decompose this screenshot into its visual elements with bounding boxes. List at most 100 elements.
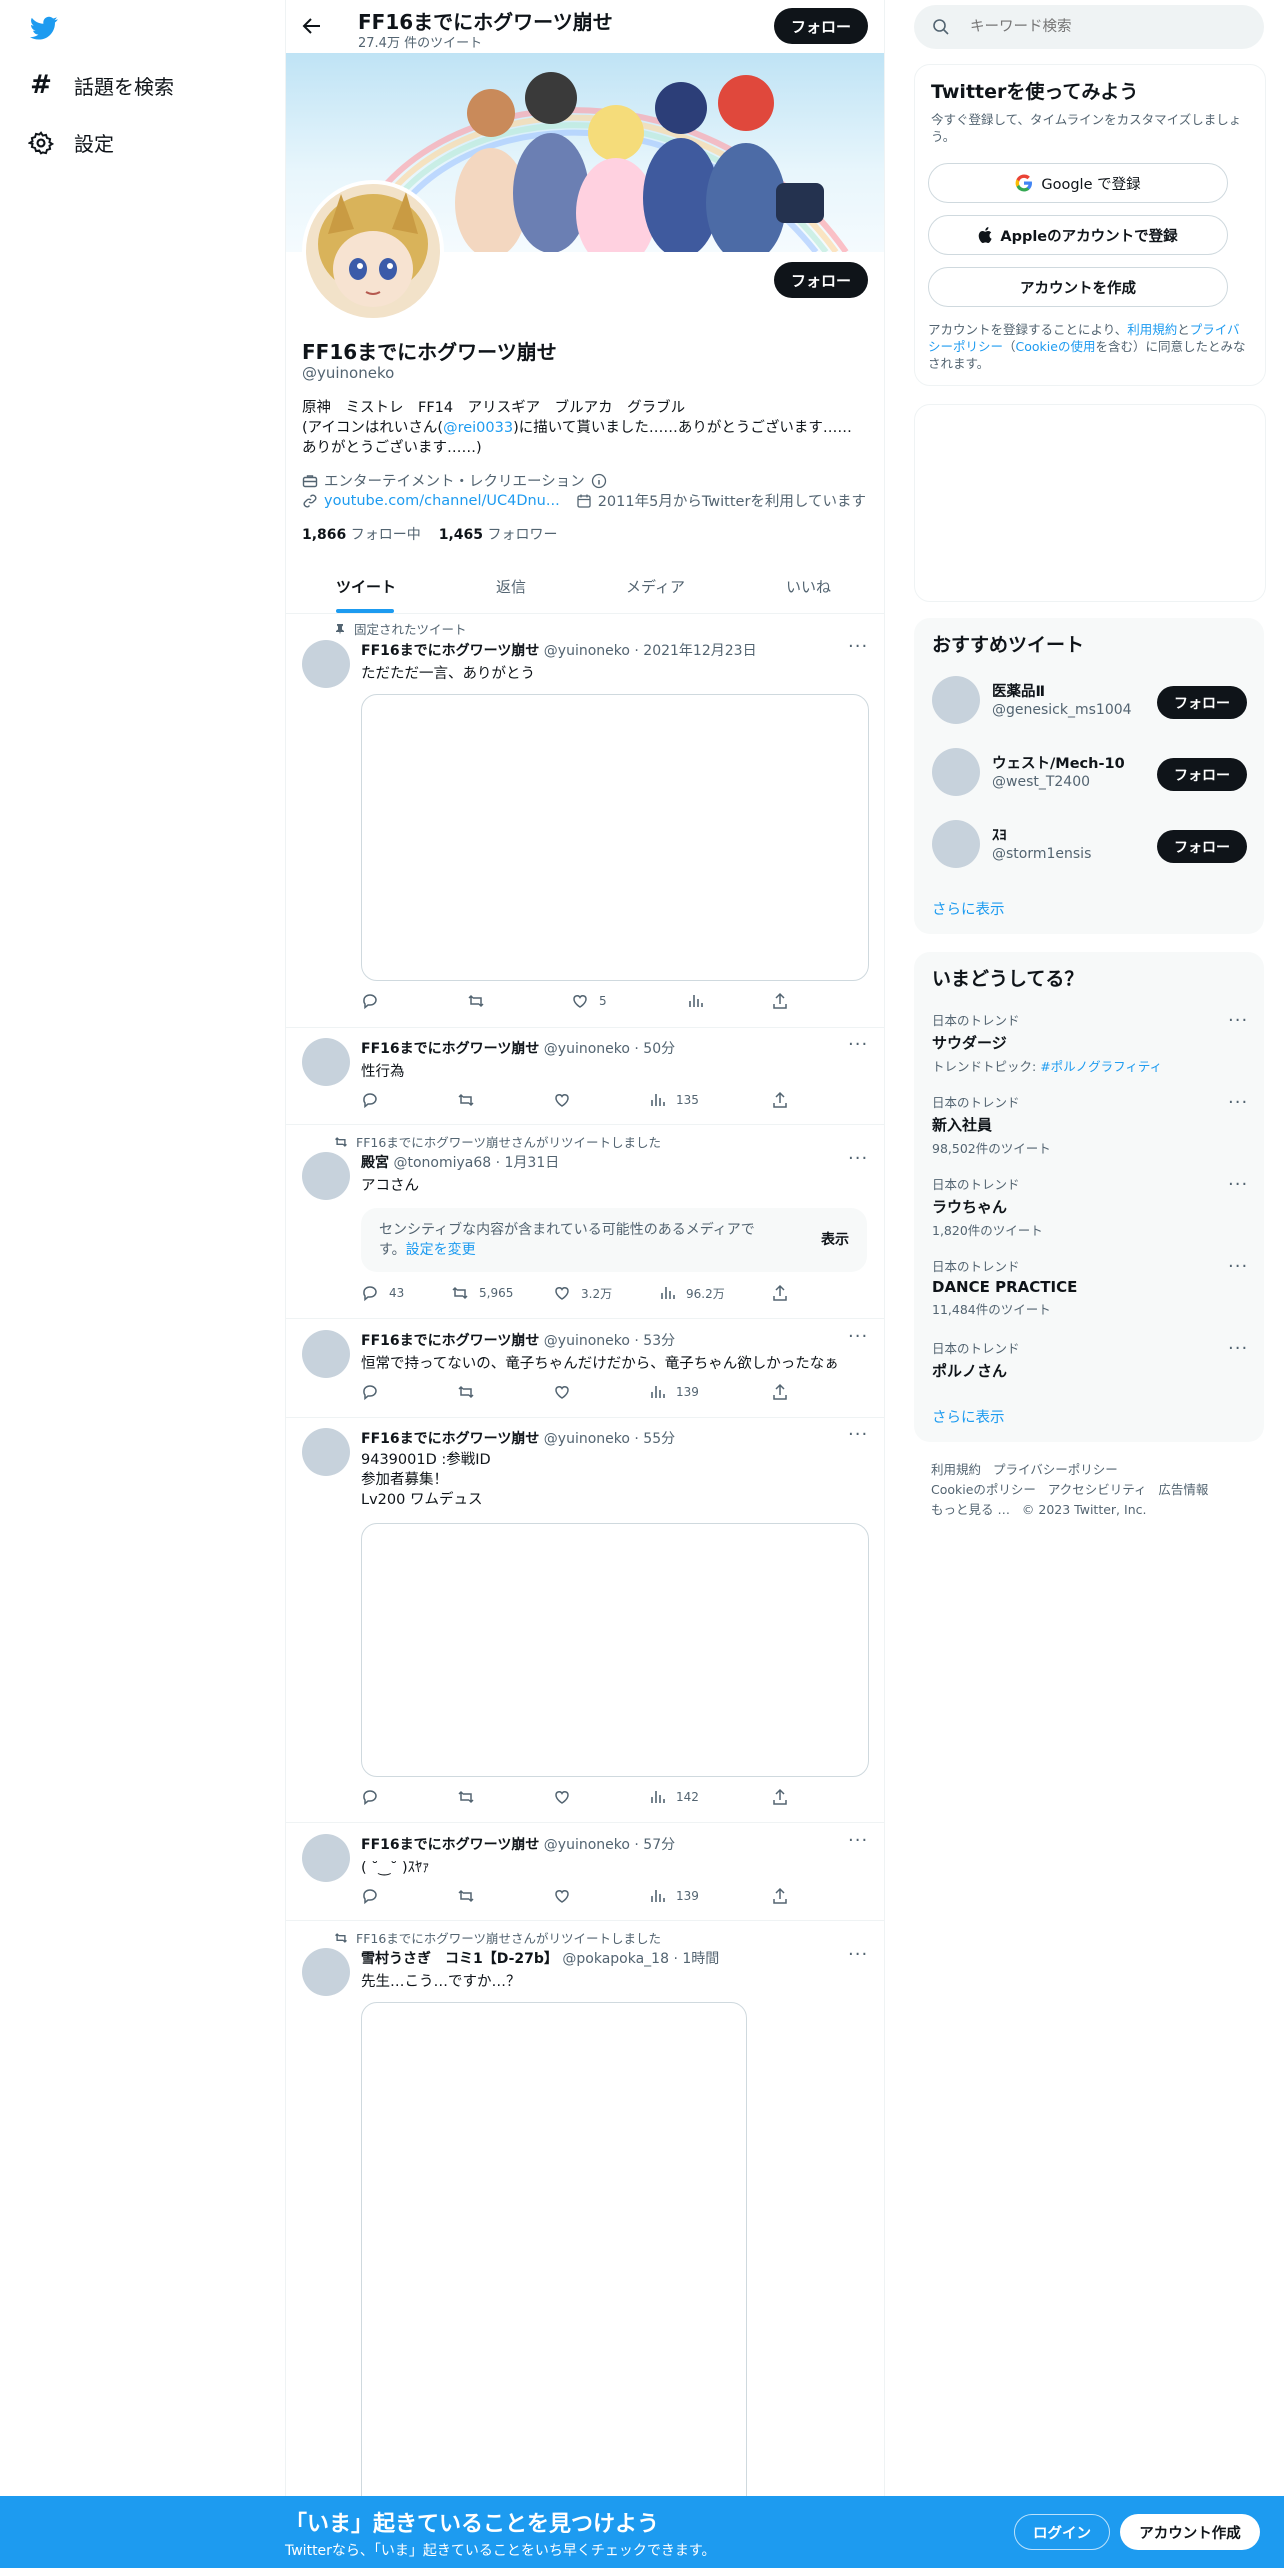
following-stat[interactable]: 1,866 フォロー中 — [302, 524, 421, 544]
create-account-button[interactable]: アカウントを作成 — [928, 267, 1228, 307]
share-button[interactable] — [771, 992, 789, 1010]
more-icon[interactable]: ··· — [848, 636, 868, 657]
twitter-logo-icon[interactable] — [28, 14, 60, 42]
tweet-media[interactable] — [361, 694, 869, 981]
change-settings-link[interactable]: 設定を変更 — [406, 1242, 476, 1258]
trend-item[interactable]: 日本のトレンド DANCE PRACTICE 11,484件のツイート — [932, 1256, 1252, 1318]
like-button[interactable]: 3.2万 — [553, 1284, 612, 1302]
tweet-author-name[interactable]: FF16までにホグワーツ崩せ — [361, 1333, 539, 1349]
reply-button[interactable] — [361, 1383, 379, 1401]
terms-link[interactable]: 利用規約 — [1127, 322, 1177, 337]
avatar[interactable] — [932, 676, 980, 724]
cookie-link[interactable]: Cookieの使用 — [1016, 339, 1096, 354]
tweet-author-handle[interactable]: @tonomiya68 — [393, 1155, 491, 1171]
more-icon[interactable]: ··· — [848, 1944, 868, 1965]
retweet-button[interactable] — [457, 1887, 475, 1905]
tweet-media[interactable] — [361, 2002, 747, 2564]
user-name[interactable]: ウェスト/Mech-10 — [992, 752, 1125, 773]
user-name[interactable]: 医薬品Ⅱ — [992, 680, 1045, 701]
trend-item[interactable]: 日本のトレンド サウダージ トレンドトピック: #ポルノグラフィティ — [932, 1010, 1252, 1075]
views-button[interactable] — [686, 992, 704, 1010]
trend-item[interactable]: 日本のトレンド 新入社員 98,502件のツイート — [932, 1092, 1252, 1157]
trend-item[interactable]: 日本のトレンド ラウちゃん 1,820件のツイート — [932, 1174, 1252, 1239]
tweet-author-handle[interactable]: @yuinoneko — [544, 1431, 630, 1447]
share-button[interactable] — [771, 1383, 789, 1401]
show-media-button[interactable]: 表示 — [821, 1229, 849, 1249]
more-icon[interactable]: ··· — [848, 1424, 868, 1445]
tweet-author-name[interactable]: 雪村うさぎ コミ1【D-27b】 — [361, 1951, 558, 1967]
show-more-link[interactable]: さらに表示 — [932, 1406, 1005, 1427]
reply-button[interactable] — [361, 1091, 379, 1109]
more-icon[interactable]: ··· — [848, 1830, 868, 1851]
retweet-button[interactable] — [457, 1788, 475, 1806]
tweet-time[interactable]: · 53分 — [634, 1333, 675, 1349]
tweet-time[interactable]: · 55分 — [634, 1431, 675, 1447]
more-icon[interactable]: ··· — [1228, 1256, 1248, 1277]
more-icon[interactable]: ··· — [1228, 1010, 1248, 1031]
trend-topic-link[interactable]: #ポルノグラフィティ — [1040, 1059, 1162, 1074]
profile-avatar[interactable] — [302, 180, 444, 322]
tweet-author-handle[interactable]: @yuinoneko — [544, 1837, 630, 1853]
avatar[interactable] — [302, 640, 350, 688]
tweet-time[interactable]: · 57分 — [634, 1837, 675, 1853]
avatar[interactable] — [302, 1428, 350, 1476]
tweet-author-name[interactable]: FF16までにホグワーツ崩せ — [361, 1431, 539, 1447]
share-button[interactable] — [771, 1284, 789, 1302]
tweet-media[interactable] — [361, 1523, 869, 1777]
more-icon[interactable]: ··· — [1228, 1092, 1248, 1113]
footer-terms[interactable]: 利用規約 — [931, 1462, 981, 1477]
like-button[interactable] — [553, 1091, 571, 1109]
apple-signup-button[interactable]: Appleのアカウントで登録 — [928, 215, 1228, 255]
reply-button[interactable] — [361, 992, 379, 1010]
tweet-time[interactable]: · 50分 — [634, 1041, 675, 1057]
retweet-context-text[interactable]: FF16までにホグワーツ崩せさんがリツイートしました — [356, 1928, 661, 1947]
like-button[interactable] — [553, 1383, 571, 1401]
more-icon[interactable]: ··· — [848, 1034, 868, 1055]
share-button[interactable] — [771, 1788, 789, 1806]
tweet-author-handle[interactable]: @pokapoka_18 — [562, 1951, 669, 1967]
followers-stat[interactable]: 1,465 フォロワー — [439, 524, 558, 544]
tweet-author-name[interactable]: FF16までにホグワーツ崩せ — [361, 1041, 539, 1057]
footer-cookie[interactable]: Cookieのポリシー — [931, 1482, 1036, 1497]
follow-button[interactable]: フォロー — [1157, 830, 1247, 863]
user-name[interactable]: ｽﾖ — [992, 824, 1007, 845]
nav-explore[interactable]: # 話題を検索 — [28, 70, 174, 100]
profile-link[interactable]: youtube.com/channel/UC4Dnu... — [324, 493, 560, 509]
back-arrow-icon[interactable] — [300, 14, 324, 38]
tweet-author-handle[interactable]: @yuinoneko — [544, 643, 630, 659]
like-button[interactable] — [553, 1887, 571, 1905]
tweet-author-handle[interactable]: @yuinoneko — [544, 1041, 630, 1057]
tweet-author-name[interactable]: FF16までにホグワーツ崩せ — [361, 1837, 539, 1853]
avatar[interactable] — [302, 1948, 350, 1996]
like-button[interactable] — [553, 1788, 571, 1806]
tweet-time[interactable]: · 1月31日 — [496, 1155, 560, 1171]
login-button[interactable]: ログイン — [1014, 2514, 1110, 2550]
footer-accessibility[interactable]: アクセシビリティ — [1048, 1482, 1147, 1497]
follow-button[interactable]: フォロー — [1157, 758, 1247, 791]
tab-replies[interactable]: 返信 — [496, 576, 526, 597]
header-follow-button[interactable]: フォロー — [774, 8, 868, 44]
search-box[interactable] — [914, 5, 1264, 49]
tweet-time[interactable]: · 2021年12月23日 — [634, 643, 756, 659]
avatar[interactable] — [302, 1038, 350, 1086]
avatar[interactable] — [302, 1330, 350, 1378]
tab-likes[interactable]: いいね — [786, 576, 831, 597]
avatar[interactable] — [302, 1834, 350, 1882]
nav-settings[interactable]: 設定 — [27, 128, 114, 157]
tweet-author-name[interactable]: FF16までにホグワーツ崩せ — [361, 643, 539, 659]
views-button[interactable]: 139 — [648, 1383, 699, 1401]
google-signup-button[interactable]: Google で登録 — [928, 163, 1228, 203]
tweet-time[interactable]: · 1時間 — [673, 1951, 719, 1967]
share-button[interactable] — [771, 1887, 789, 1905]
retweet-button[interactable] — [457, 1383, 475, 1401]
footer-privacy[interactable]: プライバシーポリシー — [993, 1462, 1118, 1477]
retweet-button[interactable] — [457, 1091, 475, 1109]
more-icon[interactable]: ··· — [1228, 1174, 1248, 1195]
share-button[interactable] — [771, 1091, 789, 1109]
reply-button[interactable] — [361, 1887, 379, 1905]
retweet-button[interactable]: 5,965 — [451, 1284, 513, 1302]
like-button[interactable]: 5 — [571, 992, 607, 1010]
tab-media[interactable]: メディア — [626, 576, 685, 597]
avatar[interactable] — [932, 748, 980, 796]
trend-item[interactable]: 日本のトレンド ポルノさん — [932, 1338, 1252, 1381]
